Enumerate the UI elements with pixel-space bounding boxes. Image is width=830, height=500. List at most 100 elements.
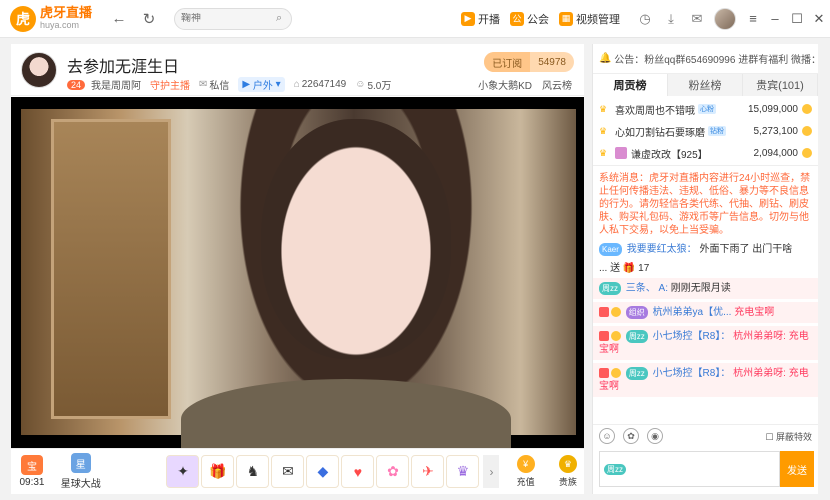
- noble-button[interactable]: ♛ 贵族: [552, 455, 584, 488]
- close-icon[interactable]: ✕: [808, 8, 830, 30]
- star-wars-button[interactable]: 星 星球大战: [57, 453, 104, 490]
- tab-fans[interactable]: 粉丝榜: [668, 74, 743, 96]
- gift-item[interactable]: ✉: [271, 455, 305, 488]
- top-bar: 虎 虎牙直播 huya.com ← ↻ ⌕ ▶开播 公公会 ▦视频管理 ◷ ⤓ …: [0, 0, 830, 38]
- video-manage-link[interactable]: ▦ 视频管理: [559, 11, 620, 27]
- checkbox-icon: ☐: [765, 431, 776, 442]
- treasure-icon: 宝: [20, 455, 43, 475]
- search-box[interactable]: ⌕: [174, 7, 292, 30]
- chat-input-box[interactable]: 周zz: [599, 451, 780, 487]
- gift-bar: 宝 09:31 星 星球大战 ✦ 🎁 ♞ ✉ ◆ ♥ ✿ ✈ ♛ › ¥ 充值 …: [11, 448, 584, 494]
- crown-icon: ♛: [599, 126, 608, 136]
- medal-icon: [611, 307, 621, 318]
- chat-message: 组织 杭州弟弟ya【优... 充电宝啊: [593, 302, 818, 323]
- system-message: 系统消息：虎牙对直播内容进行24小时巡查，禁止任何传播违法、违规、低俗、暴力等不…: [599, 173, 811, 236]
- message-icon[interactable]: ✉: [686, 8, 708, 30]
- category-tag[interactable]: ▶ 户外 ▾: [238, 77, 285, 92]
- coin-icon: [802, 148, 812, 158]
- recharge-button[interactable]: ¥ 充值: [509, 455, 541, 488]
- chat-input-area: ☺ ✿ ◉ ☐ 屏蔽特效 周zz 发送: [593, 424, 818, 494]
- tab-vip[interactable]: 贵宾(101): [743, 74, 818, 96]
- search-input[interactable]: [181, 13, 276, 24]
- gift-item[interactable]: ♥: [341, 455, 375, 488]
- chat-username[interactable]: 杭州弟弟ya【优...: [653, 307, 732, 318]
- huya-logo-icon: 虎: [10, 5, 36, 32]
- chat-list[interactable]: 系统消息：虎牙对直播内容进行24小时巡查，禁止任何传播违法、违规、低俗、暴力等不…: [593, 168, 818, 424]
- main-panel: 去参加无涯生日 24 我是周周阿 守护主播 ✉ 私信 ▶ 户外 ▾ ⌂ 226471…: [11, 44, 584, 494]
- level-icon: [599, 368, 609, 379]
- crown-icon: ♛: [599, 148, 608, 158]
- level-icon: [599, 331, 609, 342]
- notice-bar: 🔔 公告：粉丝qq群654690996 进群有福利 微播：周...: [593, 44, 818, 74]
- rank-row[interactable]: ♛ 谦虚改改【925】 2,094,000: [599, 142, 812, 164]
- gift-item[interactable]: ◆: [306, 455, 340, 488]
- guild-link[interactable]: 公公会: [510, 11, 549, 27]
- coin-icon: [802, 126, 812, 136]
- private-message-link[interactable]: ✉ 私信: [199, 77, 229, 92]
- chat-message: 周zz 小七场控【R8】： 杭州弟弟呀: 充电宝啊: [593, 326, 818, 360]
- gift-item[interactable]: ♛: [446, 455, 480, 488]
- rank-row[interactable]: ♛ 心如刀割钻石要琢磨 钻粉 5,273,100: [599, 120, 812, 142]
- user-avatar[interactable]: [714, 7, 736, 30]
- back-arrow-icon[interactable]: ←: [108, 8, 130, 30]
- gift-message: ... 送 🎁 17: [599, 263, 650, 274]
- medal-icon: [611, 331, 621, 342]
- download-icon[interactable]: ⤓: [660, 8, 682, 30]
- rank-tabs: 周贡榜 粉丝榜 贵宾(101): [593, 74, 818, 96]
- fan-badge-icon: [615, 147, 627, 159]
- room-title: 去参加无涯生日: [67, 59, 180, 76]
- chat-username[interactable]: 三条、 A:: [626, 283, 668, 294]
- chat-username[interactable]: 我要要红太狼：: [627, 244, 697, 255]
- gift-item[interactable]: ♞: [236, 455, 270, 488]
- crown-icon: ♛: [599, 104, 608, 114]
- block-effects-toggle[interactable]: ☐ 屏蔽特效: [765, 430, 812, 443]
- kaibo-link[interactable]: ▶ 开播: [461, 11, 500, 27]
- search-icon[interactable]: ⌕: [276, 12, 282, 25]
- gift-item[interactable]: ✦: [166, 455, 200, 488]
- room-tag-1[interactable]: 小象大鹅KD: [478, 77, 532, 92]
- anchor-level-badge: 24: [67, 79, 86, 90]
- coin-icon: ¥: [516, 455, 535, 473]
- gift-next-arrow-icon[interactable]: ›: [483, 455, 500, 488]
- room-tag-2[interactable]: 风云榜: [542, 77, 572, 92]
- chat-username[interactable]: 小七场控【R8】：: [653, 331, 731, 342]
- gift-item[interactable]: ✿: [376, 455, 410, 488]
- video-player[interactable]: [11, 97, 584, 448]
- star-wars-icon: 星: [70, 453, 91, 473]
- refresh-icon[interactable]: ↻: [138, 8, 160, 30]
- play-icon: ▶: [242, 79, 251, 90]
- treasure-box[interactable]: 宝 09:31: [13, 455, 51, 488]
- room-icon: ⌂: [293, 79, 300, 90]
- menu-icon[interactable]: ≡: [742, 8, 764, 30]
- guild-icon: 公: [510, 11, 524, 26]
- anchor-avatar[interactable]: [21, 52, 57, 88]
- kaibo-icon: ▶: [461, 11, 475, 26]
- fans-count: ☺ 5.0万: [355, 79, 392, 92]
- chat-input[interactable]: [632, 463, 775, 475]
- guard-anchor-link[interactable]: 守护主播: [150, 77, 190, 92]
- sticker-icon[interactable]: ✿: [623, 428, 639, 444]
- gift-item[interactable]: ✈: [411, 455, 445, 488]
- crown-icon: ♛: [558, 455, 577, 473]
- people-icon: ☺: [355, 79, 366, 90]
- rank-row[interactable]: ♛ 喜欢周周也不错哦 心粉 15,099,000: [599, 98, 812, 120]
- level-icon: [599, 307, 609, 318]
- tab-weekly[interactable]: 周贡榜: [593, 74, 668, 96]
- maximize-icon[interactable]: ☐: [786, 8, 808, 30]
- coin-icon: [802, 104, 812, 114]
- send-button[interactable]: 发送: [780, 451, 814, 487]
- gif-icon[interactable]: ◉: [647, 428, 663, 444]
- rank-list: ♛ 喜欢周周也不错哦 心粉 15,099,000 ♛ 心如刀割钻石要琢磨 钻粉 …: [593, 96, 818, 166]
- room-id: ⌂ 22647149: [293, 79, 347, 90]
- gift-item[interactable]: 🎁: [201, 455, 235, 488]
- minimize-icon[interactable]: –: [764, 8, 786, 30]
- mail-icon: ✉: [199, 79, 208, 90]
- anchor-name[interactable]: 我是周周阿: [91, 77, 141, 92]
- emoji-icon[interactable]: ☺: [599, 428, 615, 444]
- history-icon[interactable]: ◷: [634, 8, 656, 30]
- chat-username[interactable]: 小七场控【R8】：: [653, 368, 731, 379]
- chat-message: 周zz 小七场控【R8】： 杭州弟弟呀: 充电宝啊: [593, 363, 818, 397]
- logo[interactable]: 虎 虎牙直播 huya.com: [10, 5, 100, 32]
- notice-icon: 🔔: [599, 53, 615, 64]
- subscribe-button[interactable]: 已订阅 54978: [484, 52, 574, 72]
